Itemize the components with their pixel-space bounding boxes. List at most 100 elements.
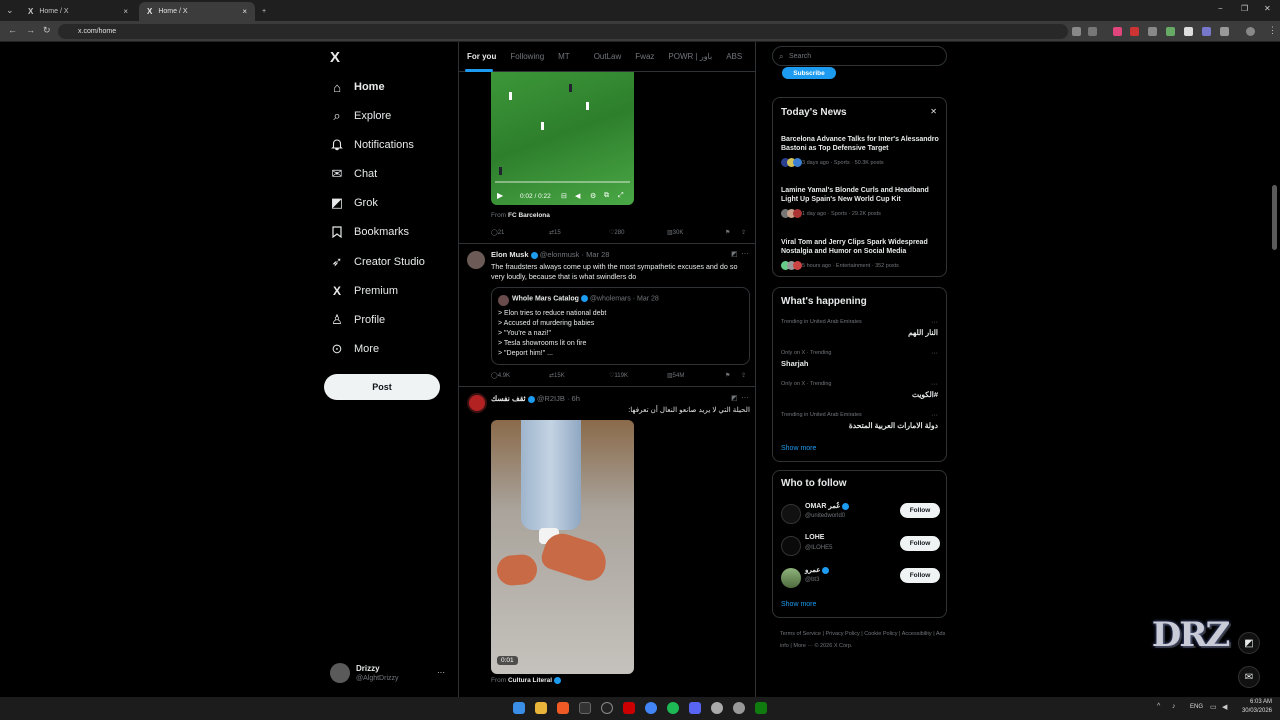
footer-link[interactable]: Accessibility: [902, 631, 932, 637]
quote-post[interactable]: Whole Mars Catalog @wholemars · Mar 28 >…: [491, 287, 750, 365]
tab-abs[interactable]: ABS: [726, 52, 742, 61]
discord-icon[interactable]: [689, 702, 701, 714]
language-indicator[interactable]: ENG: [1190, 704, 1203, 710]
minimize-button[interactable]: −: [1218, 4, 1223, 13]
video-progress-bar[interactable]: [495, 181, 630, 183]
mic-icon[interactable]: ♪: [1172, 703, 1176, 710]
search-input[interactable]: ⌕ Search: [772, 46, 947, 66]
reply-button[interactable]: ◯ 21: [491, 229, 504, 237]
forward-icon[interactable]: →: [26, 25, 35, 35]
account-name[interactable]: Drizzy: [356, 664, 380, 673]
post-video[interactable]: 0:01: [491, 420, 634, 674]
reload-icon[interactable]: ↻: [43, 25, 51, 36]
bookmark-icon[interactable]: ⚑: [725, 229, 730, 236]
follow-button[interactable]: Follow: [900, 503, 940, 518]
source-name[interactable]: Cultura Literal: [508, 677, 552, 684]
app-icon[interactable]: [601, 702, 613, 714]
puzzle-icon[interactable]: [1220, 27, 1229, 36]
nav-item-creator-studio[interactable]: ➶ Creator Studio: [330, 252, 425, 272]
follow-name[interactable]: OMAR عُمر: [805, 502, 850, 510]
tab-search-icon[interactable]: ⌄: [6, 5, 14, 16]
nav-item-chat[interactable]: ✉ Chat: [330, 164, 378, 184]
app-icon[interactable]: [579, 702, 591, 714]
avatar[interactable]: [467, 393, 487, 413]
play-icon[interactable]: ▶: [497, 191, 503, 200]
trend-name[interactable]: النار اللهم: [908, 328, 938, 337]
extension-icon[interactable]: [1184, 27, 1193, 36]
nav-item-home[interactable]: ⌂ Home: [330, 77, 385, 97]
volume-icon[interactable]: ◀: [575, 192, 580, 200]
clock-time[interactable]: 6:03 AM: [1240, 699, 1272, 705]
trend-menu-icon[interactable]: ···: [931, 381, 938, 388]
pip-icon[interactable]: ⧉: [604, 192, 609, 200]
news-headline[interactable]: Barcelona Advance Talks for Inter's Ales…: [781, 135, 941, 153]
avatar[interactable]: [781, 568, 801, 588]
post-source[interactable]: From FC Barcelona: [491, 212, 550, 219]
share-icon[interactable]: ⇪: [741, 229, 746, 236]
bookmark-icon[interactable]: ⚑: [725, 372, 730, 379]
settings-icon[interactable]: [711, 702, 723, 714]
xbox-icon[interactable]: [755, 702, 767, 714]
follow-name[interactable]: عمرو: [805, 566, 830, 574]
extension-icon[interactable]: [1166, 27, 1175, 36]
footer-link[interactable]: Privacy Policy: [825, 631, 859, 637]
post-video[interactable]: ▶ 0:02 / 0:22 ⊟ ◀ ⚙ ⧉ ⤢: [491, 62, 634, 205]
post-time[interactable]: 6h: [572, 394, 580, 403]
extension-icon[interactable]: [1130, 27, 1139, 36]
grok-icon[interactable]: ◩: [731, 394, 738, 402]
chrome-icon[interactable]: [645, 702, 657, 714]
messages-floating-button[interactable]: ✉: [1238, 666, 1260, 688]
show-more-link[interactable]: Show more: [781, 601, 816, 608]
author-handle[interactable]: @elonmusk: [540, 250, 580, 259]
post-menu-icon[interactable]: ···: [741, 249, 749, 258]
avatar[interactable]: [330, 663, 350, 683]
avatar[interactable]: [781, 504, 801, 524]
tab-mt[interactable]: MT: [558, 52, 570, 61]
trend-name[interactable]: دولة الامارات العربية المتحدة: [849, 421, 938, 430]
repost-button[interactable]: ⇄ 15K: [549, 372, 565, 380]
follow-name[interactable]: LOHE: [805, 534, 824, 541]
volume-icon[interactable]: ◀: [1222, 703, 1227, 711]
reply-button[interactable]: ◯ 4.9K: [491, 372, 510, 380]
browser-tab-2[interactable]: X Home / X ×: [139, 2, 255, 21]
news-headline[interactable]: Lamine Yamal's Blonde Curls and Headband…: [781, 186, 941, 204]
windows-start-icon[interactable]: [513, 702, 525, 714]
install-icon[interactable]: [1072, 27, 1081, 36]
tray-chevron-icon[interactable]: ^: [1157, 703, 1160, 710]
trend-menu-icon[interactable]: ···: [931, 319, 938, 326]
author-name[interactable]: Elon Musk: [491, 250, 529, 259]
tab-for-you[interactable]: For you: [467, 52, 496, 61]
captions-icon[interactable]: ⊟: [561, 192, 567, 200]
trend-menu-icon[interactable]: ···: [931, 412, 938, 419]
author-handle[interactable]: @R2IJB: [537, 394, 565, 403]
footer-link[interactable]: More ···: [793, 643, 813, 649]
footer-link[interactable]: Cookie Policy: [864, 631, 897, 637]
nav-item-profile[interactable]: ♙ Profile: [330, 310, 385, 330]
nav-item-more[interactable]: ⊙ More: [330, 339, 380, 359]
profile-avatar-icon[interactable]: [1246, 27, 1255, 36]
nav-item-premium[interactable]: X Premium: [330, 281, 398, 301]
subscribe-button[interactable]: Subscribe: [782, 67, 836, 79]
avatar[interactable]: [781, 536, 801, 556]
close-window-button[interactable]: ✕: [1264, 4, 1271, 13]
new-tab-button[interactable]: +: [258, 2, 274, 21]
post-source[interactable]: From Cultura Literal: [491, 677, 561, 684]
author-name[interactable]: ثقف نفسك: [491, 394, 526, 403]
footer-link[interactable]: Terms of Service: [780, 631, 821, 637]
nav-item-grok[interactable]: ◩ Grok: [330, 193, 378, 213]
trend-name[interactable]: Sharjah: [781, 359, 809, 368]
grok-icon[interactable]: ◩: [731, 250, 738, 258]
extension-icon[interactable]: [1202, 27, 1211, 36]
account-menu-icon[interactable]: ···: [437, 668, 445, 677]
fullscreen-icon[interactable]: ⤢: [618, 192, 624, 200]
grok-floating-button[interactable]: ◩: [1238, 632, 1260, 654]
brave-icon[interactable]: [557, 702, 569, 714]
tab-outlaw[interactable]: OutLaw: [594, 52, 622, 61]
tab-fwaz[interactable]: Fwaz: [635, 52, 654, 61]
nav-item-explore[interactable]: ⌕ Explore: [330, 106, 391, 126]
tab-close-icon[interactable]: ×: [123, 7, 128, 16]
views-button[interactable]: ▥ 30K: [667, 229, 683, 237]
star-icon[interactable]: [1088, 27, 1097, 36]
app-icon[interactable]: [623, 702, 635, 714]
avatar[interactable]: [467, 251, 485, 269]
